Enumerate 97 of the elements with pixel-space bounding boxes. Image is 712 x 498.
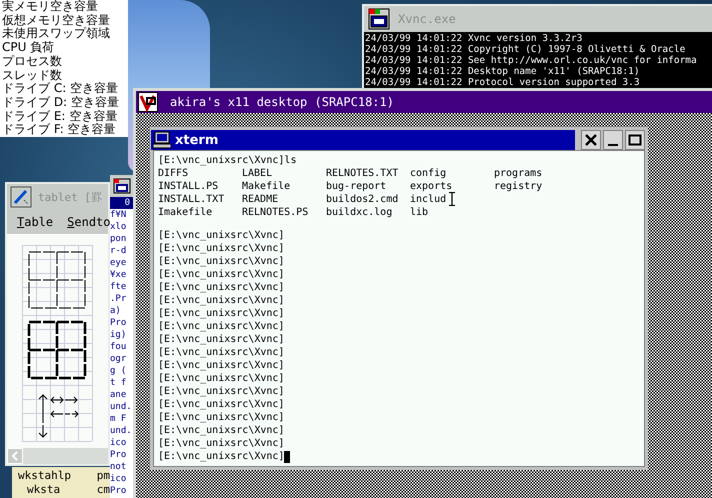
minimize-icon — [608, 144, 618, 146]
menu-item[interactable]: Sendto — [67, 215, 110, 229]
file-name: RELNOTES.TXT — [326, 167, 398, 180]
text-line: ¥xe — [110, 269, 128, 281]
window-title: akira's x11 desktop (SRAPC18:1) — [170, 95, 394, 109]
text-line: a) — [110, 305, 122, 317]
maximize-icon — [628, 133, 642, 147]
line-palette-drawing[interactable] — [22, 245, 93, 442]
file-name: bug-report — [326, 180, 386, 193]
file-name: programs — [494, 167, 542, 180]
terminal-line: [E:\vnc_unixsrc\Xvnc] — [158, 281, 286, 294]
text-line: ig) — [110, 329, 128, 341]
file-name: buildos2.cmd — [326, 193, 398, 206]
text-line: .Pr — [110, 293, 128, 305]
file-name: lib — [410, 206, 428, 219]
file-name[interactable]: cm — [96, 483, 110, 497]
log-line: 24/03/99 14:01:22 Desktop name 'x11' (SRAPC18:1) — [365, 66, 641, 77]
text-line: fte — [110, 281, 128, 293]
text-line: eye — [110, 257, 128, 269]
terminal-line: [E:\vnc_unixsrc\Xvnc] — [158, 437, 286, 450]
terminal-line: [E:\vnc_unixsrc\Xvnc] — [158, 333, 286, 346]
text-line: pon — [110, 233, 128, 245]
text-line: Pro — [110, 449, 128, 461]
file-name: registry — [494, 180, 542, 193]
terminal-line: [E:\vnc_unixsrc\Xvnc] — [158, 450, 284, 463]
terminal-line: [E:\vnc_unixsrc\Xvnc] — [158, 242, 286, 255]
terminal-line: [E:\vnc_unixsrc\Xvnc] — [158, 320, 286, 333]
monitor-label: ドライブ C: 空き容量 — [2, 82, 120, 96]
terminal-line: [E:\vnc_unixsrc\Xvnc] — [158, 424, 286, 437]
log-line: 24/03/99 14:01:22 Protocol version supported 3.3 — [365, 77, 641, 88]
text-line: Pro — [110, 485, 128, 497]
maximize-button[interactable] — [625, 130, 645, 150]
terminal-line: [E:\vnc_unixsrc\Xvnc] — [158, 372, 286, 385]
text-line: xlo — [110, 221, 128, 233]
file-name[interactable]: wksta — [18, 483, 71, 497]
terminal-line: [E:\vnc_unixsrc\Xvnc] — [158, 398, 286, 411]
console-window-icon — [112, 178, 130, 194]
text-line: und. — [110, 425, 133, 437]
file-name: Makefile — [242, 180, 290, 193]
log-line: 24/03/99 14:01:22 See http://www.orl.co.uk/vnc for informa — [365, 55, 698, 66]
close-button[interactable] — [581, 130, 601, 150]
text-line: t f — [110, 377, 128, 389]
terminal-area[interactable] — [153, 150, 645, 467]
terminal-line: [E:\vnc_unixsrc\Xvnc] — [158, 229, 286, 242]
log-line: 24/03/99 14:01:22 Copyright (C) 1997-8 Olivetti & Oracle — [365, 44, 686, 55]
menu-item[interactable]: Table — [17, 215, 54, 229]
terminal-line: [E:\vnc_unixsrc\Xvnc] — [158, 294, 286, 307]
terminal-line: [E:\vnc_unixsrc\Xvnc] — [158, 255, 286, 268]
text-line: m F — [110, 413, 128, 425]
monitor-label: ドライブ F: 空き容量 — [2, 123, 117, 138]
monitor-label: 仮想メモリ空き容量 — [2, 14, 111, 27]
monitor-label: 実メモリ空き容量 — [2, 0, 99, 14]
file-name: DIFFS — [158, 167, 188, 180]
close-icon — [584, 133, 598, 147]
file-name: LABEL — [242, 167, 272, 180]
monitor-label: CPU 負荷 — [2, 41, 56, 54]
text-line: und. — [110, 401, 133, 413]
terminal-line: [E:\vnc_unixsrc\Xvnc]ls — [158, 154, 298, 167]
text-line: ico — [110, 437, 128, 449]
file-name: INSTALL.TXT — [158, 193, 224, 206]
terminal-line: [E:\vnc_unixsrc\Xvnc] — [158, 307, 286, 320]
file-name: config — [410, 167, 446, 180]
terminal-line: [E:\vnc_unixsrc\Xvnc] — [158, 411, 286, 424]
window-title: xterm — [175, 132, 218, 148]
vnc-logo-icon — [138, 92, 158, 112]
monitor-label: ドライブ E: 空き容量 — [2, 110, 118, 123]
monitor-label: スレッド数 — [2, 68, 63, 82]
file-name: Imakefile — [158, 206, 212, 219]
text-line: Pro — [110, 317, 128, 329]
window-title: Xvnc.exe — [398, 12, 456, 26]
text-line: fou — [110, 341, 128, 353]
file-name: includ — [410, 193, 446, 206]
minimize-button[interactable] — [603, 130, 623, 150]
window-title: tablet [罫 — [38, 190, 102, 204]
text-line: not — [110, 461, 128, 473]
monitor-label: ドライブ D: 空き容量 — [2, 96, 120, 110]
text-line: r-d — [110, 245, 128, 257]
terminal-line: [E:\vnc_unixsrc\Xvnc] — [158, 346, 286, 359]
log-line: 24/03/99 14:01:22 Xvnc version 3.3.2r3 — [365, 33, 584, 44]
file-name: INSTALL.PS — [158, 180, 218, 193]
text-line: ogr — [110, 353, 128, 365]
monitor-label: プロセス数 — [2, 54, 63, 69]
text-line: g ( — [110, 365, 128, 377]
text-cursor-icon — [448, 192, 456, 206]
file-name: buildxc.log — [326, 206, 392, 219]
monitor-label: 未使用スワップ領域 — [2, 27, 111, 41]
terminal-line: [E:\vnc_unixsrc\Xvnc] — [158, 359, 286, 372]
terminal-line: [E:\vnc_unixsrc\Xvnc] — [158, 268, 286, 281]
file-name: RELNOTES.PS — [242, 206, 308, 219]
file-name[interactable]: pm — [96, 469, 110, 483]
text-line: f¥N — [110, 209, 128, 221]
text-line: ico — [110, 473, 128, 485]
terminal-line: [E:\vnc_unixsrc\Xvnc] — [158, 385, 286, 398]
file-name: exports — [410, 180, 452, 193]
file-name: README — [242, 193, 278, 206]
file-name[interactable]: wkstahlp — [18, 469, 71, 483]
text-line: ane — [110, 389, 128, 401]
